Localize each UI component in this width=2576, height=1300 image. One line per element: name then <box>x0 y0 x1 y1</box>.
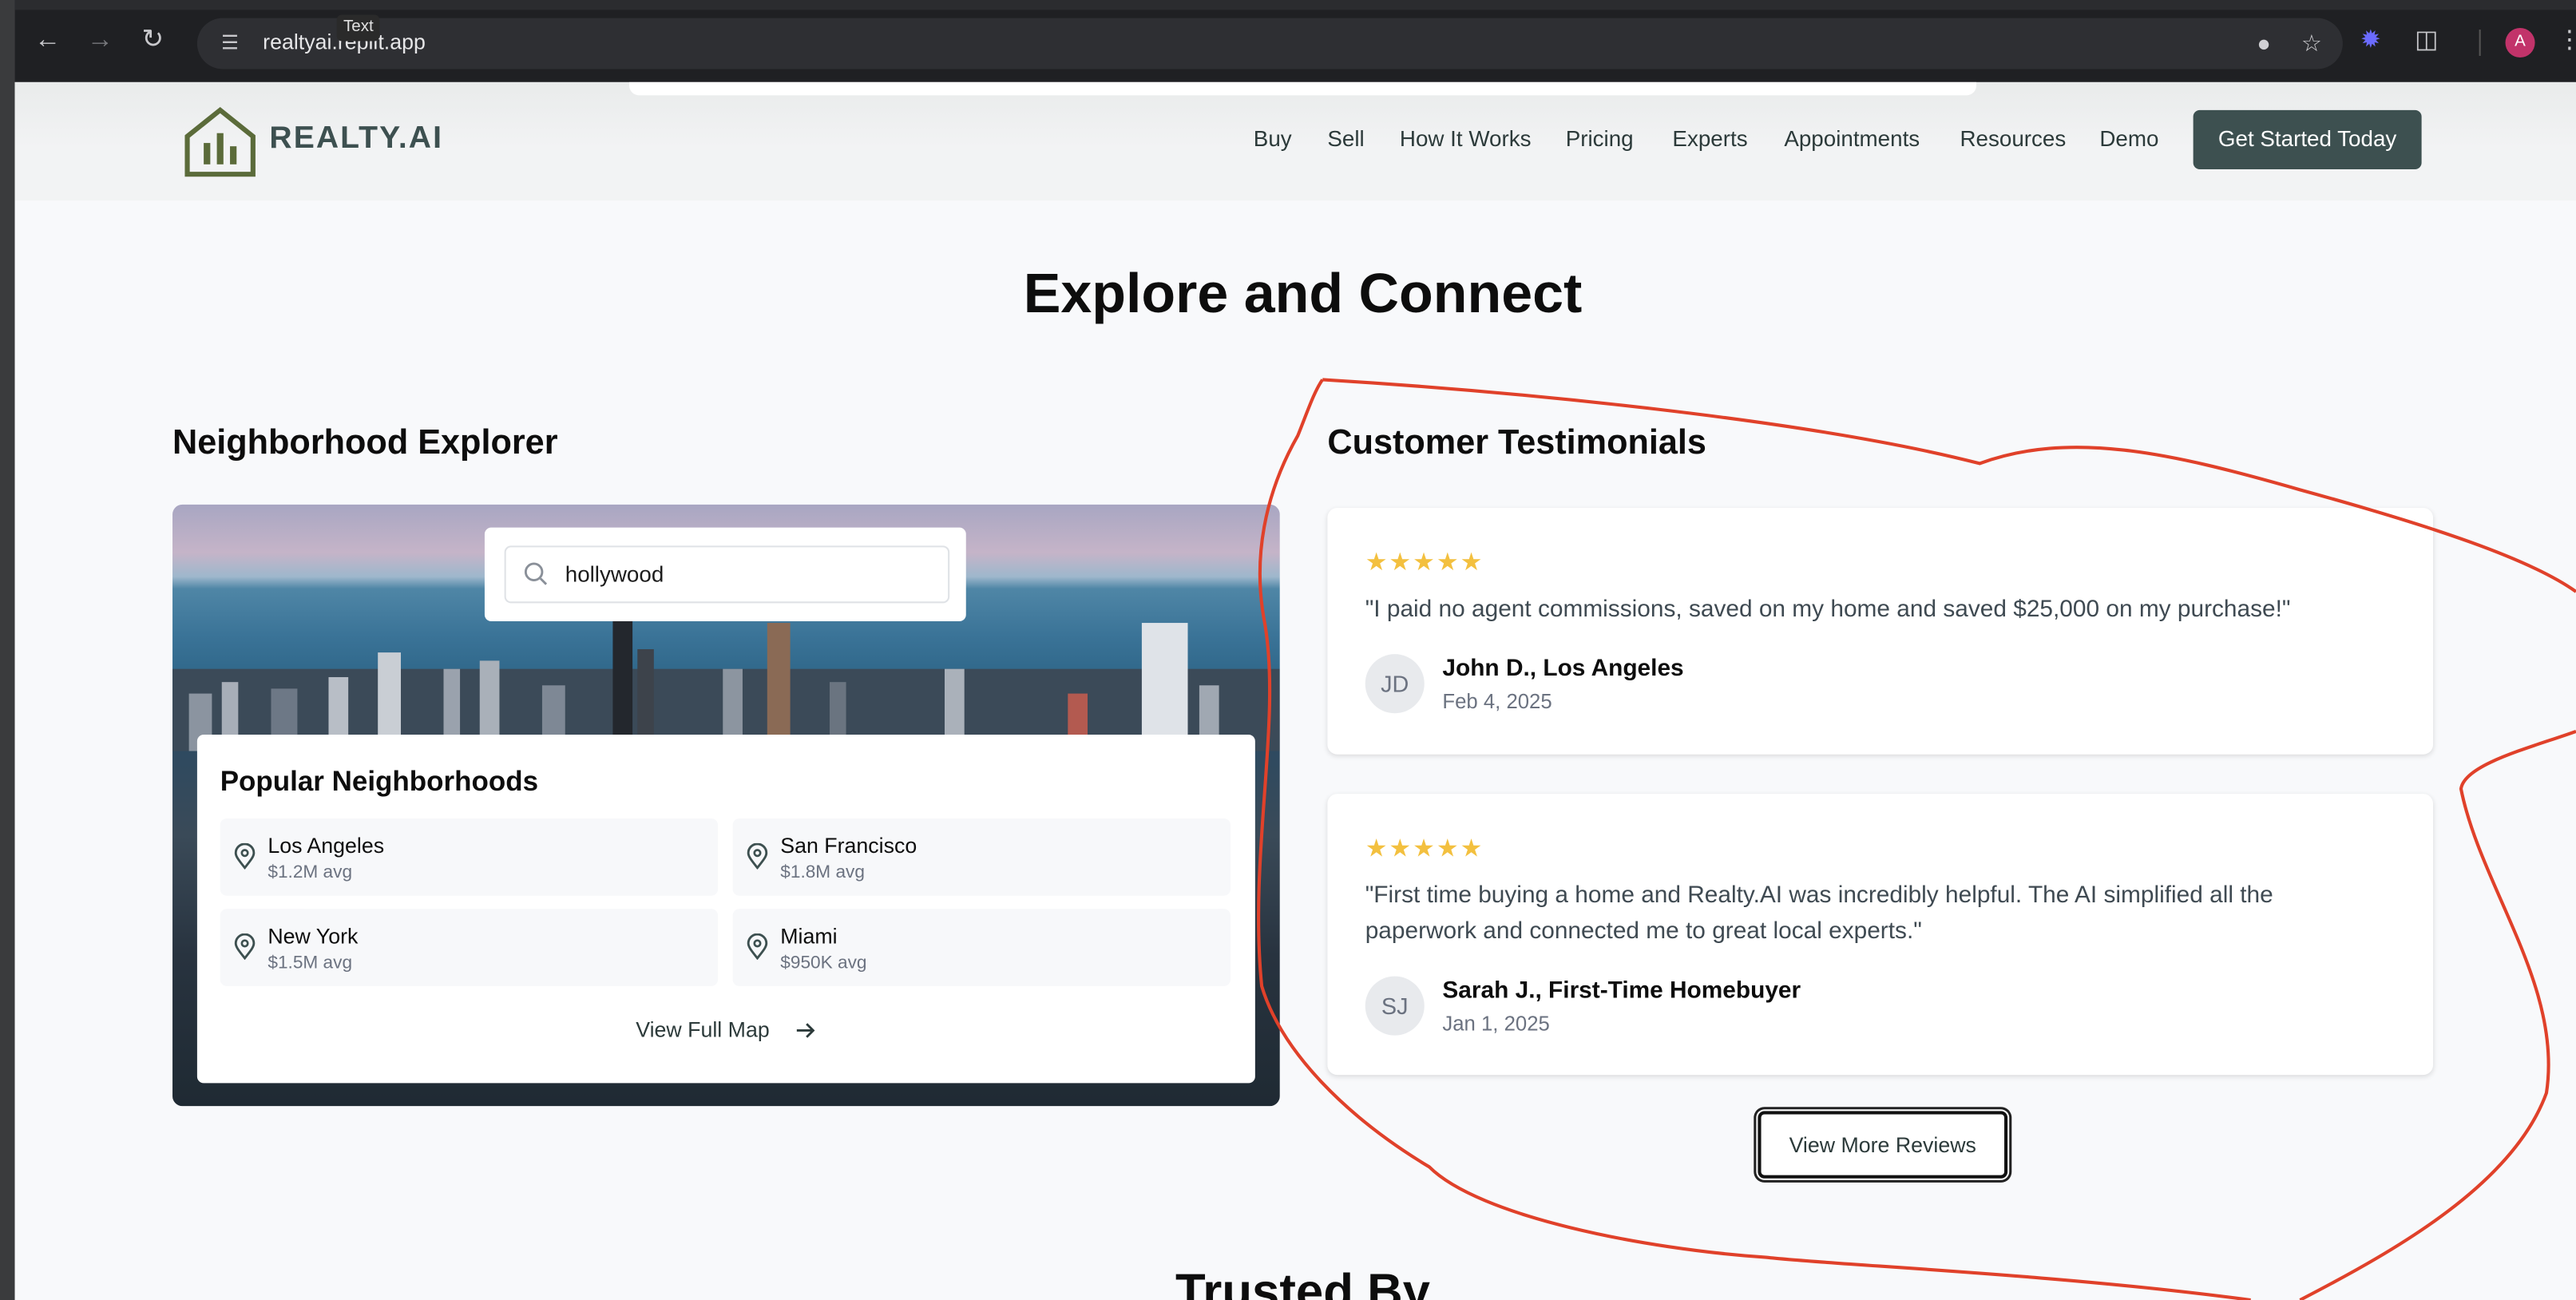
neighborhood-item-miami[interactable]: Miami $950K avg <box>732 909 1231 986</box>
neighborhood-avg: $1.8M avg <box>780 862 865 883</box>
extension-icon[interactable]: ✹ <box>2352 23 2388 59</box>
reviewer-name: John D., Los Angeles <box>1442 656 1684 683</box>
neighborhood-avg: $950K avg <box>780 953 867 973</box>
header-top-strip <box>628 81 1977 96</box>
map-pin-icon <box>747 933 768 960</box>
house-logo-icon[interactable] <box>182 104 258 180</box>
arrow-right-icon[interactable] <box>795 1021 815 1040</box>
site-header: REALTY.AI Buy Sell How It Works Pricing … <box>14 81 2576 201</box>
testimonials-title: Customer Testimonials <box>1327 424 1706 462</box>
neighborhood-item-san-francisco[interactable]: San Francisco $1.8M avg <box>732 818 1231 896</box>
neighborhood-explorer-card: Popular Neighborhoods Los Angeles $1.2M … <box>172 504 1280 1107</box>
view-more-reviews-button[interactable]: View More Reviews <box>1758 1111 2008 1179</box>
search-icon <box>524 562 548 585</box>
star-rating: ★★★★★ <box>1365 834 1484 863</box>
location-icon[interactable]: ● <box>2248 26 2281 59</box>
nav-buy[interactable]: Buy <box>1254 126 1292 151</box>
neighborhood-name: San Francisco <box>780 833 917 858</box>
browser-toolbar: ← → ↻ ☰ realtyai.replit.app ● ☆ Text ✹ ◫… <box>14 0 2576 82</box>
map-pin-icon <box>234 933 256 960</box>
trusted-by-title: Trusted By <box>1175 1265 1430 1300</box>
bookmark-star-icon[interactable]: ☆ <box>2295 26 2328 59</box>
toolbar-divider <box>2479 30 2481 56</box>
testimonial-card: ★★★★★ "I paid no agent commissions, save… <box>1327 507 2434 755</box>
avatar: SJ <box>1365 976 1425 1036</box>
neighborhood-name: Los Angeles <box>268 833 385 858</box>
testimonial-quote: "I paid no agent commissions, saved on m… <box>1365 596 2291 624</box>
nav-sell[interactable]: Sell <box>1327 126 1364 151</box>
neighborhood-item-los-angeles[interactable]: Los Angeles $1.2M avg <box>220 818 719 896</box>
popular-neighborhoods-panel: Popular Neighborhoods Los Angeles $1.2M … <box>196 735 1255 1084</box>
testimonial-card: ★★★★★ "First time buying a home and Real… <box>1327 794 2434 1076</box>
avatar: JD <box>1365 654 1425 714</box>
view-full-map-link[interactable]: View Full Map <box>636 1017 769 1042</box>
section-title: Explore and Connect <box>1023 263 1583 326</box>
back-icon[interactable]: ← <box>30 23 65 59</box>
site-settings-icon[interactable]: ☰ <box>213 26 246 59</box>
neighborhood-name: Miami <box>780 923 838 949</box>
get-started-button[interactable]: Get Started Today <box>2193 109 2422 169</box>
tooltip: Text <box>336 14 380 42</box>
forward-icon[interactable]: → <box>82 23 118 59</box>
menu-dots-icon[interactable]: ⋮ <box>2551 23 2576 59</box>
testimonial-quote: "First time buying a home and Realty.AI … <box>1365 882 2273 945</box>
address-bar[interactable]: ☰ realtyai.replit.app ● ☆ <box>196 18 2343 69</box>
reload-icon[interactable]: ↻ <box>135 23 171 59</box>
window-edge <box>0 0 15 1300</box>
nav-experts[interactable]: Experts <box>1672 126 1747 151</box>
neighborhood-item-new-york[interactable]: New York $1.5M avg <box>220 909 719 986</box>
search-input[interactable] <box>565 547 927 602</box>
brand-name[interactable]: REALTY.AI <box>269 121 443 157</box>
explorer-title: Neighborhood Explorer <box>172 424 558 462</box>
nav-how-it-works[interactable]: How It Works <box>1400 126 1532 151</box>
map-pin-icon <box>747 842 768 870</box>
search-panel <box>484 527 966 621</box>
nav-demo[interactable]: Demo <box>2099 126 2158 151</box>
profile-avatar[interactable]: A <box>2505 27 2535 58</box>
neighborhood-search-field[interactable] <box>504 545 950 604</box>
map-pin-icon <box>234 842 256 870</box>
reviewer-name: Sarah J., First-Time Homebuyer <box>1442 977 1801 1005</box>
tab-strip <box>14 0 2576 10</box>
nav-pricing[interactable]: Pricing <box>1566 126 1634 151</box>
review-date: Jan 1, 2025 <box>1442 1012 1550 1036</box>
nav-resources[interactable]: Resources <box>1960 126 2066 151</box>
city-skyline-image <box>172 619 1280 751</box>
puzzle-icon[interactable]: ◫ <box>2408 23 2444 59</box>
neighborhood-name: New York <box>268 923 359 949</box>
star-rating: ★★★★★ <box>1365 549 1484 577</box>
review-date: Feb 4, 2025 <box>1442 690 1552 714</box>
neighborhood-avg: $1.2M avg <box>268 862 353 883</box>
neighborhood-avg: $1.5M avg <box>268 953 353 973</box>
nav-appointments[interactable]: Appointments <box>1784 126 1920 151</box>
popular-title: Popular Neighborhoods <box>220 766 539 798</box>
